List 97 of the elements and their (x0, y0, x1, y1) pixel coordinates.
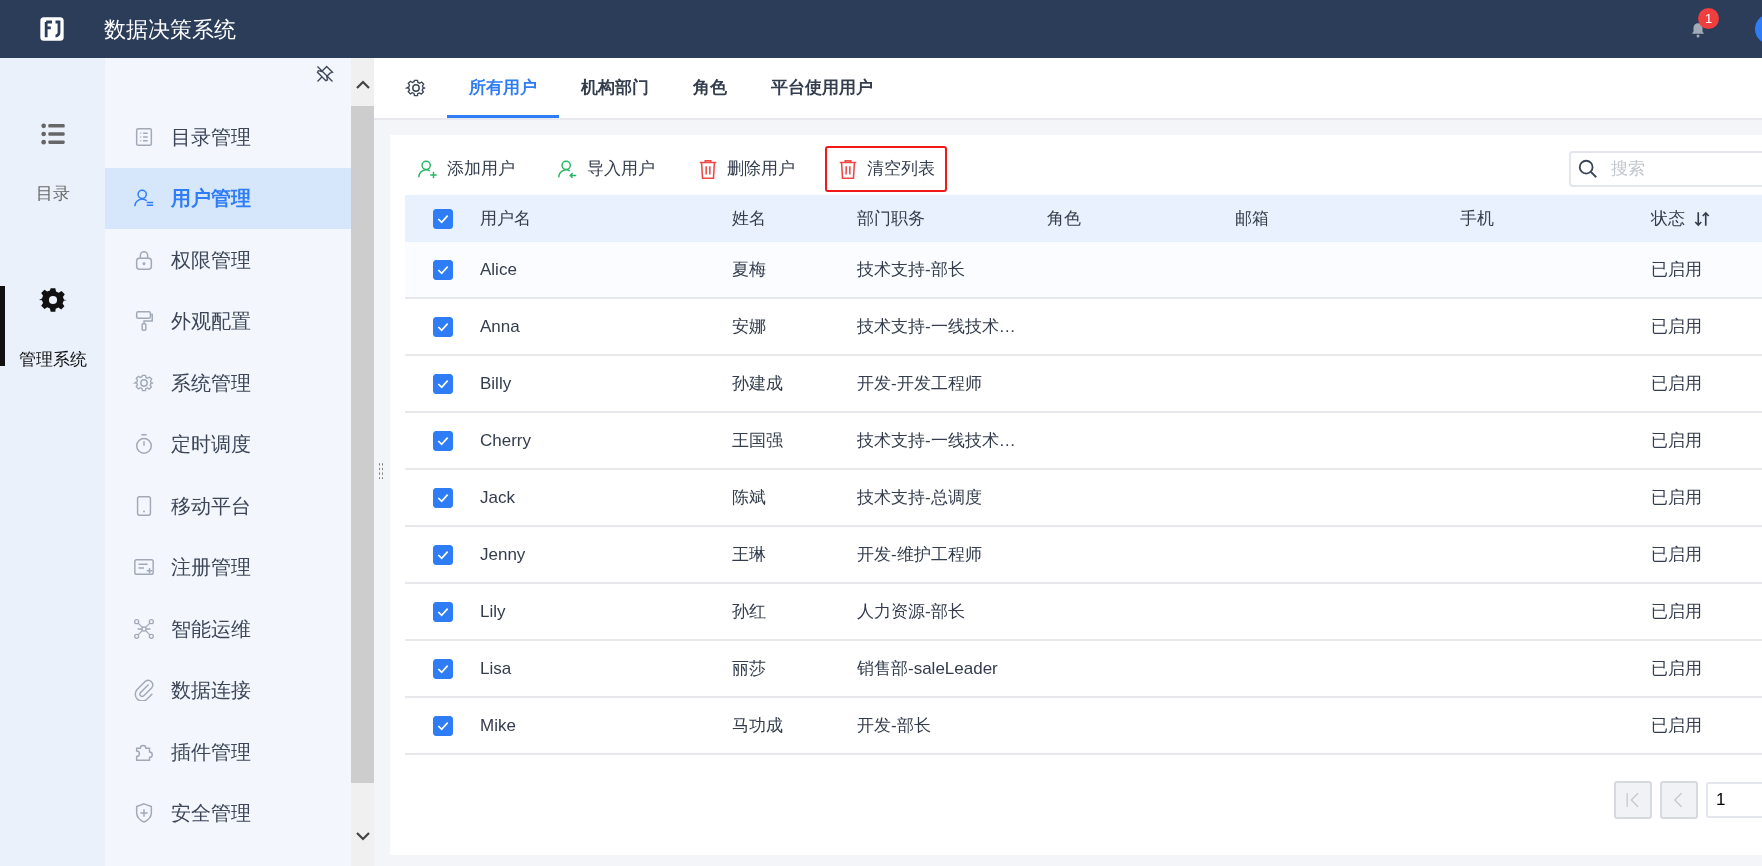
table-cell-text: Lily (480, 600, 507, 623)
menu-item[interactable]: 智能运维 (105, 598, 351, 660)
checkbox[interactable] (433, 487, 453, 508)
table-cell-text: 孙建成 (732, 372, 784, 395)
menu-item[interactable]: 注册管理 (105, 536, 351, 598)
notification-badge: 1 (1698, 8, 1719, 29)
paperclip-icon (133, 679, 155, 702)
table-cell-text: 王国强 (732, 429, 784, 452)
lock-icon (133, 248, 155, 271)
table-cell-text: 夏梅 (732, 258, 767, 281)
trash-icon (837, 158, 859, 180)
table-cell-text: 陈斌 (732, 486, 767, 509)
table-cell-text: 技术支持-总调度 (857, 486, 983, 509)
checkbox[interactable] (433, 658, 453, 679)
rail-item[interactable]: 目录 (0, 120, 105, 206)
column-header: 手机 (1460, 207, 1495, 230)
checkbox[interactable] (433, 544, 453, 565)
table-cell-text: 孙红 (732, 600, 767, 623)
checkbox[interactable] (433, 316, 453, 337)
import-user-icon (557, 158, 579, 180)
menu-item[interactable]: 外观配置 (105, 290, 351, 352)
table-cell-text: Jack (480, 486, 516, 509)
tab[interactable]: 平台使用用户 (749, 58, 895, 118)
table-cell-text: Mike (480, 714, 517, 737)
table-cell-text: 技术支持-一线技术… (857, 429, 1017, 452)
timer-icon (133, 433, 155, 456)
menu-item[interactable]: 定时调度 (105, 413, 351, 475)
menu-item[interactable]: 系统管理 (105, 352, 351, 414)
tab[interactable]: 角色 (671, 58, 749, 118)
app-title: 数据决策系统 (104, 15, 236, 44)
table-cell-text: 马功成 (732, 714, 784, 737)
search-icon (1577, 158, 1599, 180)
checkbox[interactable] (433, 208, 453, 229)
shield-icon (133, 802, 155, 825)
table-cell-text: 开发-维护工程师 (857, 543, 983, 566)
tab[interactable]: 所有用户 (447, 58, 559, 118)
column-header: 邮箱 (1235, 207, 1270, 230)
table-cell-text: 人力资源-部长 (857, 600, 966, 623)
table-cell-text: 已启用 (1651, 486, 1703, 509)
menu-item[interactable]: 权限管理 (105, 229, 351, 291)
table-cell-text: 已启用 (1651, 258, 1703, 281)
checkbox[interactable] (433, 601, 453, 622)
table-cell-text: 已启用 (1651, 429, 1703, 452)
trash-icon (697, 158, 719, 180)
table-cell-text: 已启用 (1651, 543, 1703, 566)
logo-icon[interactable] (38, 15, 66, 43)
scrollbar[interactable] (351, 58, 374, 866)
table-cell-text: 已启用 (1651, 372, 1703, 395)
table-cell-text: 技术支持-部长 (857, 258, 966, 281)
menu-item[interactable]: 目录管理 (105, 106, 351, 168)
paint-roller-icon (133, 310, 155, 333)
column-header: 状态 (1651, 207, 1685, 230)
sort-icon[interactable] (1693, 209, 1711, 228)
page-input[interactable]: 1 (1706, 782, 1762, 818)
table-cell-text: Alice (480, 258, 518, 281)
table-cell-text: 已启用 (1651, 315, 1703, 338)
table-cell-text: 王琳 (732, 543, 767, 566)
menu-item[interactable]: 插件管理 (105, 721, 351, 783)
rail-item[interactable]: 管理系统 (0, 286, 105, 372)
menu-item[interactable]: 移动平台 (105, 475, 351, 537)
toolbar-button[interactable]: 导入用户 (545, 146, 667, 192)
list-icon (133, 125, 155, 148)
column-header: 姓名 (732, 207, 767, 230)
table-cell-text: Cherry (480, 429, 532, 452)
unpin-icon[interactable] (315, 64, 335, 84)
checkbox[interactable] (433, 430, 453, 451)
tab[interactable]: 机构部门 (559, 58, 671, 118)
table-cell-text: 开发-开发工程师 (857, 372, 983, 395)
add-user-icon (417, 158, 439, 180)
table-cell-text: Anna (480, 315, 521, 338)
bell-icon[interactable] (1689, 20, 1707, 39)
table-cell-text: Jenny (480, 543, 527, 566)
gear-icon (38, 286, 67, 314)
table-cell-text: 丽莎 (732, 657, 767, 680)
checkbox[interactable] (433, 715, 453, 736)
table-cell-text: Lisa (480, 657, 513, 680)
toolbar-button[interactable]: 添加用户 (405, 146, 527, 192)
network-icon (133, 617, 155, 640)
column-header: 部门职务 (857, 207, 926, 230)
table-cell-text: 已启用 (1651, 657, 1703, 680)
checkbox[interactable] (433, 259, 453, 280)
table-cell-text: 销售部-saleLeader (857, 657, 999, 680)
table-cell-text: 技术支持-一线技术… (857, 315, 1017, 338)
resize-handle-icon[interactable] (378, 462, 384, 479)
menu-item[interactable]: 安全管理 (105, 782, 351, 844)
toolbar-button[interactable]: 删除用户 (685, 146, 807, 192)
column-header: 用户名 (480, 207, 532, 230)
table-cell-text: 开发-部长 (857, 714, 932, 737)
column-header: 角色 (1047, 207, 1082, 230)
search-field[interactable]: 搜索 (1569, 151, 1762, 187)
menu-item[interactable]: 数据连接 (105, 659, 351, 721)
table-cell-text: 已启用 (1651, 714, 1703, 737)
checkbox[interactable] (433, 373, 453, 394)
toolbar-button[interactable]: 清空列表 (825, 146, 947, 192)
table-cell-text: 已启用 (1651, 600, 1703, 623)
table-cell-text: Billy (480, 372, 513, 395)
table-cell-text: 安娜 (732, 315, 767, 338)
